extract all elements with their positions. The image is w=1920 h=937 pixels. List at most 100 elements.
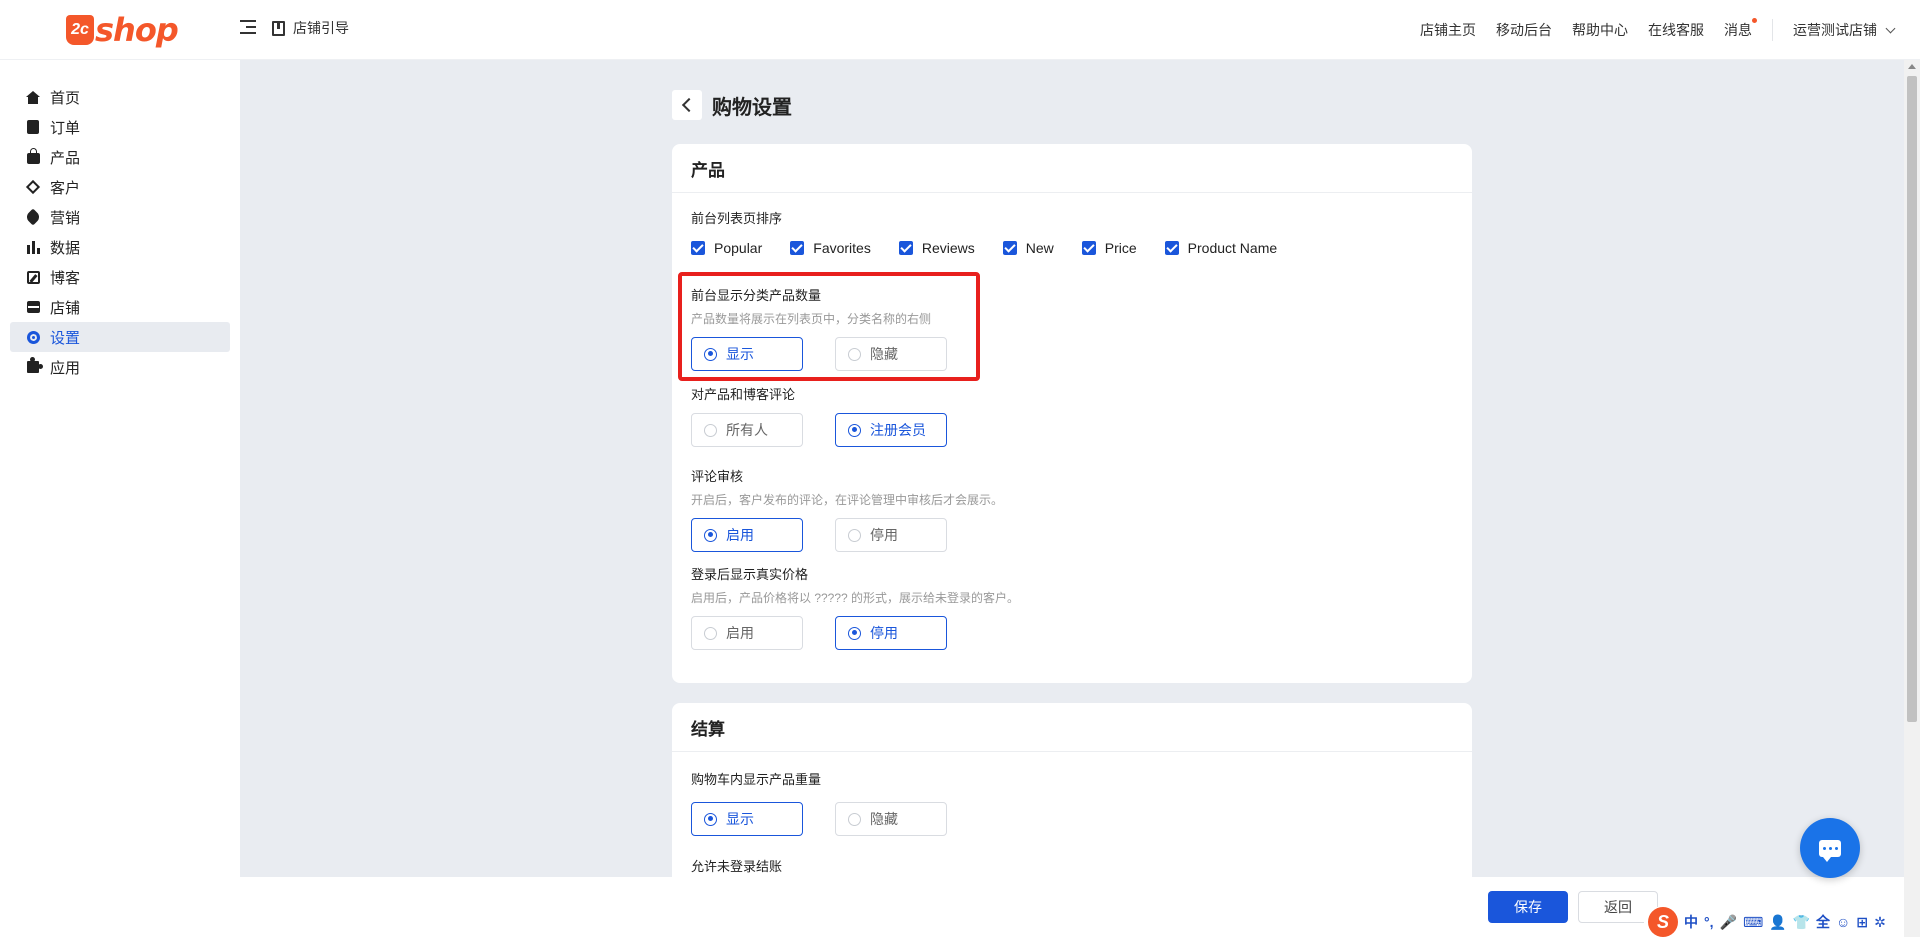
nav-divider bbox=[1772, 19, 1773, 41]
sort-label: 前台列表页排序 bbox=[691, 211, 783, 226]
product-settings-card: 产品 前台列表页排序 Popular Favorites Reviews New… bbox=[672, 144, 1472, 683]
scroll-thumb[interactable] bbox=[1907, 76, 1917, 722]
sidebar-item-orders[interactable]: 订单 bbox=[10, 112, 230, 142]
radio-price-disable[interactable]: 停用 bbox=[835, 616, 947, 650]
nav-mobile-admin[interactable]: 移动后台 bbox=[1496, 20, 1552, 40]
fullwidth-icon[interactable]: 全 bbox=[1816, 912, 1830, 932]
save-button[interactable]: 保存 bbox=[1488, 891, 1568, 923]
chat-button[interactable] bbox=[1800, 818, 1860, 878]
nav-messages-label: 消息 bbox=[1724, 22, 1752, 38]
radio-selected-icon bbox=[848, 423, 861, 437]
bag-icon bbox=[26, 148, 40, 164]
radio-price-enable[interactable]: 启用 bbox=[691, 616, 803, 650]
checkbox-reviews[interactable]: Reviews bbox=[898, 240, 975, 256]
toolbox-icon[interactable]: ⊞ bbox=[1856, 914, 1868, 931]
radio-label: 停用 bbox=[870, 625, 898, 641]
radio-empty-icon bbox=[704, 423, 717, 437]
checkbox-checked-icon bbox=[1081, 241, 1096, 255]
sidebar-item-data[interactable]: 数据 bbox=[10, 232, 230, 262]
sidebar-item-products[interactable]: 产品 bbox=[10, 142, 230, 172]
nav-messages[interactable]: 消息 bbox=[1724, 18, 1757, 40]
radio-label: 显示 bbox=[726, 346, 754, 362]
sidebar-item-home[interactable]: 首页 bbox=[10, 82, 230, 112]
gem-icon bbox=[25, 179, 41, 195]
review-section: 评论审核 开启后，客户发布的评论，在评论管理中审核后才会展示。 启用 停用 bbox=[691, 466, 1003, 552]
radio-selected-icon bbox=[704, 347, 717, 361]
radio-empty-icon bbox=[848, 528, 861, 542]
sidebar-item-label: 博客 bbox=[50, 269, 81, 287]
show-count-radio-group: 显示 隐藏 bbox=[691, 337, 979, 371]
ime-chinese-mode[interactable]: 中 bbox=[1684, 912, 1698, 932]
checkbox-price[interactable]: Price bbox=[1081, 240, 1137, 256]
page-title: 购物设置 bbox=[712, 96, 792, 119]
clipboard-icon bbox=[26, 120, 40, 134]
bar-chart-icon bbox=[26, 240, 40, 254]
sidebar-item-label: 设置 bbox=[50, 329, 81, 347]
ime-settings-icon[interactable]: ✲ bbox=[1874, 914, 1886, 931]
store-switcher[interactable]: 运营测试店铺 bbox=[1793, 20, 1896, 40]
emoji-icon[interactable]: ☺ bbox=[1836, 914, 1850, 930]
sidebar-item-label: 客户 bbox=[50, 179, 81, 197]
radio-review-disable[interactable]: 停用 bbox=[835, 518, 947, 552]
sidebar-item-blog[interactable]: 博客 bbox=[10, 262, 230, 292]
menu-toggle-icon[interactable] bbox=[240, 20, 256, 36]
skin-icon[interactable]: 👕 bbox=[1793, 914, 1810, 931]
ime-punctuation-icon[interactable]: °, bbox=[1704, 914, 1714, 930]
logo-text: shop bbox=[95, 11, 179, 49]
ime-toolbar: S 中 °, 🎤 ⌨ 👤 👕 全 ☺ ⊞ ✲ bbox=[1644, 907, 1890, 937]
radio-show[interactable]: 显示 bbox=[691, 337, 803, 371]
radio-weight-hide[interactable]: 隐藏 bbox=[835, 802, 947, 836]
top-bar: 2c shop 店铺引导 店铺主页 移动后台 帮助中心 在线客服 消息 运营测试… bbox=[0, 0, 1920, 60]
chevron-down-icon bbox=[1885, 23, 1896, 33]
checkbox-label: Reviews bbox=[921, 240, 975, 256]
keyboard-icon[interactable]: ⌨ bbox=[1743, 914, 1763, 931]
scrollbar[interactable] bbox=[1904, 60, 1920, 937]
checkbox-popular[interactable]: Popular bbox=[691, 240, 762, 256]
chevron-left-icon bbox=[681, 97, 697, 113]
radio-empty-icon bbox=[848, 812, 861, 826]
sidebar-item-apps[interactable]: 应用 bbox=[10, 352, 230, 382]
radio-empty-icon bbox=[704, 626, 717, 640]
checkbox-checked-icon bbox=[1002, 241, 1017, 255]
sidebar-item-store[interactable]: 店铺 bbox=[10, 292, 230, 322]
radio-label: 所有人 bbox=[726, 422, 768, 438]
sidebar-item-customers[interactable]: 客户 bbox=[10, 172, 230, 202]
sidebar-item-marketing[interactable]: 营销 bbox=[10, 202, 230, 232]
chat-icon bbox=[1819, 839, 1841, 862]
main-content: 购物设置 产品 前台列表页排序 Popular Favorites Review… bbox=[240, 60, 1904, 903]
show-count-desc: 产品数量将展示在列表页中，分类名称的右侧 bbox=[691, 312, 932, 326]
real-price-radio-group: 启用 停用 bbox=[691, 616, 1019, 650]
radio-registered-members[interactable]: 注册会员 bbox=[835, 413, 947, 447]
sidebar-item-label: 首页 bbox=[50, 89, 81, 107]
checkbox-favorites[interactable]: Favorites bbox=[790, 240, 871, 256]
checkbox-label: New bbox=[1025, 240, 1054, 256]
top-nav: 店铺主页 移动后台 帮助中心 在线客服 消息 运营测试店铺 bbox=[1400, 0, 1896, 60]
radio-everyone[interactable]: 所有人 bbox=[691, 413, 803, 447]
radio-hide[interactable]: 隐藏 bbox=[835, 337, 947, 371]
nav-store-home[interactable]: 店铺主页 bbox=[1420, 20, 1476, 40]
weight-label: 购物车内显示产品重量 bbox=[691, 772, 822, 787]
home-icon bbox=[26, 90, 40, 104]
radio-review-enable[interactable]: 启用 bbox=[691, 518, 803, 552]
microphone-icon[interactable]: 🎤 bbox=[1720, 914, 1737, 931]
radio-label: 启用 bbox=[726, 625, 754, 641]
ime-logo-icon[interactable]: S bbox=[1648, 907, 1678, 937]
store-guide-link[interactable]: 店铺引导 bbox=[272, 18, 349, 38]
checkout-settings-card: 结算 购物车内显示产品重量 显示 隐藏 允许未登录结账 bbox=[672, 703, 1472, 903]
review-desc: 开启后，客户发布的评论，在评论管理中审核后才会展示。 bbox=[691, 493, 1004, 507]
checkbox-new[interactable]: New bbox=[1002, 240, 1054, 256]
sidebar-item-label: 订单 bbox=[50, 119, 81, 137]
show-count-label: 前台显示分类产品数量 bbox=[691, 288, 822, 303]
back-button[interactable] bbox=[672, 90, 702, 120]
sidebar-item-settings[interactable]: 设置 bbox=[10, 322, 230, 352]
store-icon bbox=[26, 300, 40, 314]
logo[interactable]: 2c shop bbox=[66, 11, 179, 49]
radio-weight-show[interactable]: 显示 bbox=[691, 802, 803, 836]
sidebar-item-label: 应用 bbox=[50, 359, 81, 377]
user-icon[interactable]: 👤 bbox=[1769, 914, 1786, 931]
review-radio-group: 启用 停用 bbox=[691, 518, 1003, 552]
radio-label: 隐藏 bbox=[870, 346, 898, 362]
checkbox-product-name[interactable]: Product Name bbox=[1164, 240, 1277, 256]
nav-help-center[interactable]: 帮助中心 bbox=[1572, 20, 1628, 40]
nav-online-service[interactable]: 在线客服 bbox=[1648, 20, 1704, 40]
